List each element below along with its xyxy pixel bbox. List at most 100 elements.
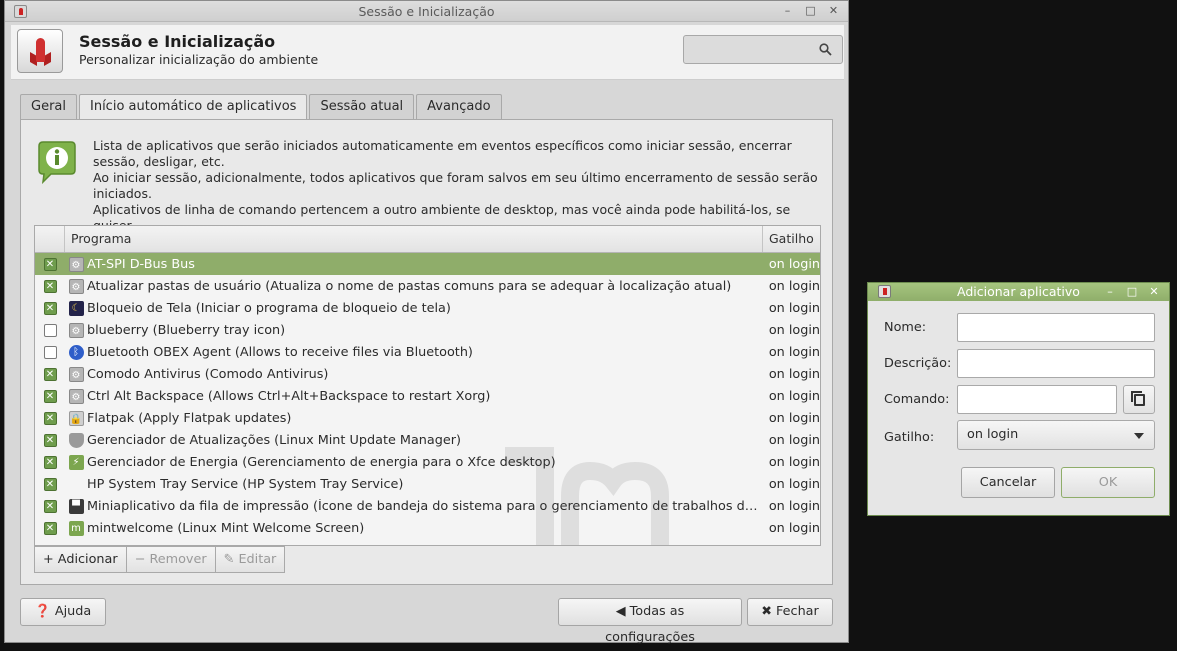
program-cell: Atualizar pastas de usuário (Atualiza o … <box>87 278 732 294</box>
icon-cell: ▀ <box>65 498 87 514</box>
checkbox-checked[interactable]: ✕ <box>43 477 57 491</box>
close-button[interactable]: ✖ Fechar <box>747 598 833 626</box>
tab-general[interactable]: Geral <box>20 94 77 120</box>
table-row[interactable]: ✕ ⚙ Atualizar pastas de usuário (Atualiza … <box>35 275 820 297</box>
maximize-icon[interactable]: □ <box>802 3 819 19</box>
checkbox-checked[interactable]: ✕ <box>43 499 57 513</box>
column-header-trigger[interactable]: Gatilho <box>763 226 820 252</box>
chevron-down-icon <box>1134 433 1144 439</box>
program-cell: Bluetooth OBEX Agent (Allows to receive … <box>87 344 473 360</box>
command-field[interactable] <box>957 385 1117 414</box>
dialog-minimize-icon[interactable]: – <box>1101 284 1119 300</box>
trigger-label: Gatilho: <box>884 430 935 445</box>
trigger-cell: on login <box>768 454 821 470</box>
table-row[interactable]: ✕ ⚙ Comodo Antivirus (Comodo Antivirus) on … <box>35 363 820 385</box>
table-row[interactable]: ✕ ⚡ Gerenciador de Energia (Gerenciamento … <box>35 451 820 473</box>
table-row[interactable]: ✕ 🔒 Flatpak (Apply Flatpak updates) on logi… <box>35 407 820 429</box>
table-row[interactable]: ᛒ Bluetooth OBEX Agent (Allows to receive… <box>35 341 820 363</box>
add-button[interactable]: + Adicionar <box>34 546 127 573</box>
trigger-selected-value: on login <box>967 427 1019 442</box>
name-field[interactable] <box>957 313 1155 342</box>
column-header-enabled[interactable] <box>35 226 65 252</box>
checkbox-checked[interactable]: ✕ <box>43 279 57 293</box>
checkbox-checked[interactable]: ✕ <box>43 411 57 425</box>
program-cell: Comodo Antivirus (Comodo Antivirus) <box>87 366 329 382</box>
edit-button[interactable]: ✎ Editar <box>215 546 286 573</box>
checkbox-checked[interactable]: ✕ <box>43 301 57 315</box>
dialog-maximize-icon[interactable]: □ <box>1123 284 1141 300</box>
checkbox-checked[interactable]: ✕ <box>43 367 57 381</box>
tab-bar: Geral Início automático de aplicativos S… <box>20 94 504 121</box>
table-row[interactable]: ✕ HP System Tray Service (HP System Tray … <box>35 473 820 495</box>
table-row[interactable]: ✕ ⚙ AT-SPI D-Bus Bus on login <box>35 253 820 275</box>
trigger-cell: on login <box>768 322 821 338</box>
search-icon[interactable] <box>819 43 832 56</box>
enable-cell <box>35 345 65 359</box>
icon-cell: ☾ <box>65 300 87 316</box>
info-line: Ao iniciar sessão, adicionalmente, todos… <box>93 170 818 201</box>
table-row[interactable]: ✕ ▀ Miniaplicativo da fila de impressão (Í… <box>35 495 820 517</box>
trigger-cell: on login <box>768 300 821 316</box>
icon-cell <box>65 432 87 448</box>
enable-cell: ✕ <box>35 455 65 469</box>
autostart-table[interactable]: Programa Gatilho ✕ ⚙ AT-SPI D-Bus Bus on lo… <box>34 225 821 546</box>
column-header-program[interactable]: Programa <box>65 226 763 252</box>
checkbox-checked[interactable]: ✕ <box>43 455 57 469</box>
help-button[interactable]: ❓ Ajuda <box>20 598 106 626</box>
checkbox-checked[interactable]: ✕ <box>43 433 57 447</box>
description-field[interactable] <box>957 349 1155 378</box>
icon-cell: ⚡ <box>65 454 87 470</box>
remove-button-label: Remover <box>149 552 207 567</box>
trigger-select[interactable]: on login <box>957 420 1155 450</box>
browse-button[interactable] <box>1123 385 1155 414</box>
close-icon[interactable]: ✕ <box>825 3 842 19</box>
cancel-button[interactable]: Cancelar <box>961 467 1055 498</box>
command-label: Comando: <box>884 392 950 407</box>
checkbox-unchecked[interactable] <box>43 345 57 359</box>
plus-icon: + <box>43 552 58 567</box>
trigger-cell: on login <box>768 278 821 294</box>
name-label: Nome: <box>884 320 927 335</box>
checkbox-checked[interactable]: ✕ <box>43 389 57 403</box>
blank-icon <box>69 477 84 492</box>
table-row[interactable]: ✕ ⚙ Ctrl Alt Backspace (Allows Ctrl+Alt+Ba… <box>35 385 820 407</box>
add-button-label: Adicionar <box>57 552 118 567</box>
table-row[interactable]: ✕ ☾ Bloqueio de Tela (Iniciar o programa d… <box>35 297 820 319</box>
trigger-cell: on login <box>768 498 821 514</box>
dialog-close-icon[interactable]: ✕ <box>1145 284 1163 300</box>
remove-button[interactable]: − Remover <box>126 546 216 573</box>
table-row[interactable]: ⚙ blueberry (Blueberry tray icon) on login <box>35 319 820 341</box>
trigger-cell: on login <box>768 432 821 448</box>
shield-icon <box>68 432 84 448</box>
close-button-label: Fechar <box>776 604 819 619</box>
icon-cell: ⚙ <box>65 388 87 404</box>
minimize-icon[interactable]: – <box>779 3 796 19</box>
info-line: Lista de aplicativos que serão iniciados… <box>93 138 792 169</box>
icon-cell: ⚙ <box>65 322 87 338</box>
checkbox-checked[interactable]: ✕ <box>43 521 57 535</box>
lock-icon: ☾ <box>68 300 84 316</box>
search-box[interactable] <box>683 35 843 64</box>
dialog-titlebar[interactable]: Adicionar aplicativo – □ ✕ <box>868 283 1169 301</box>
table-row[interactable]: ✕ Gerenciador de Atualizações (Linux Mint… <box>35 429 820 451</box>
program-cell: Bloqueio de Tela (Iniciar o programa de … <box>87 300 451 316</box>
program-cell: HP System Tray Service (HP System Tray S… <box>87 476 404 492</box>
search-input[interactable] <box>684 36 812 63</box>
window-titlebar[interactable]: Sessão e Inicialização – □ ✕ <box>5 1 848 22</box>
checkbox-unchecked[interactable] <box>43 323 57 337</box>
table-row[interactable]: ✕ m mintwelcome (Linux Mint Welcome Screen… <box>35 517 820 539</box>
minus-icon: − <box>134 552 150 567</box>
all-settings-button[interactable]: ◀ Todas as configurações <box>558 598 742 645</box>
ok-button[interactable]: OK <box>1061 467 1155 498</box>
icon-cell: m <box>65 520 87 536</box>
trigger-cell: on login <box>768 366 821 382</box>
table-toolbar: + Adicionar − Remover ✎ Editar <box>34 546 286 573</box>
trigger-cell: on login <box>768 476 821 492</box>
checkbox-checked[interactable]: ✕ <box>43 257 57 271</box>
trigger-cell: on login <box>768 256 821 272</box>
tab-autostart[interactable]: Início automático de aplicativos <box>79 94 308 121</box>
enable-cell: ✕ <box>35 521 65 535</box>
enable-cell: ✕ <box>35 279 65 293</box>
tab-advanced[interactable]: Avançado <box>416 94 502 120</box>
tab-current-session[interactable]: Sessão atual <box>309 94 415 120</box>
